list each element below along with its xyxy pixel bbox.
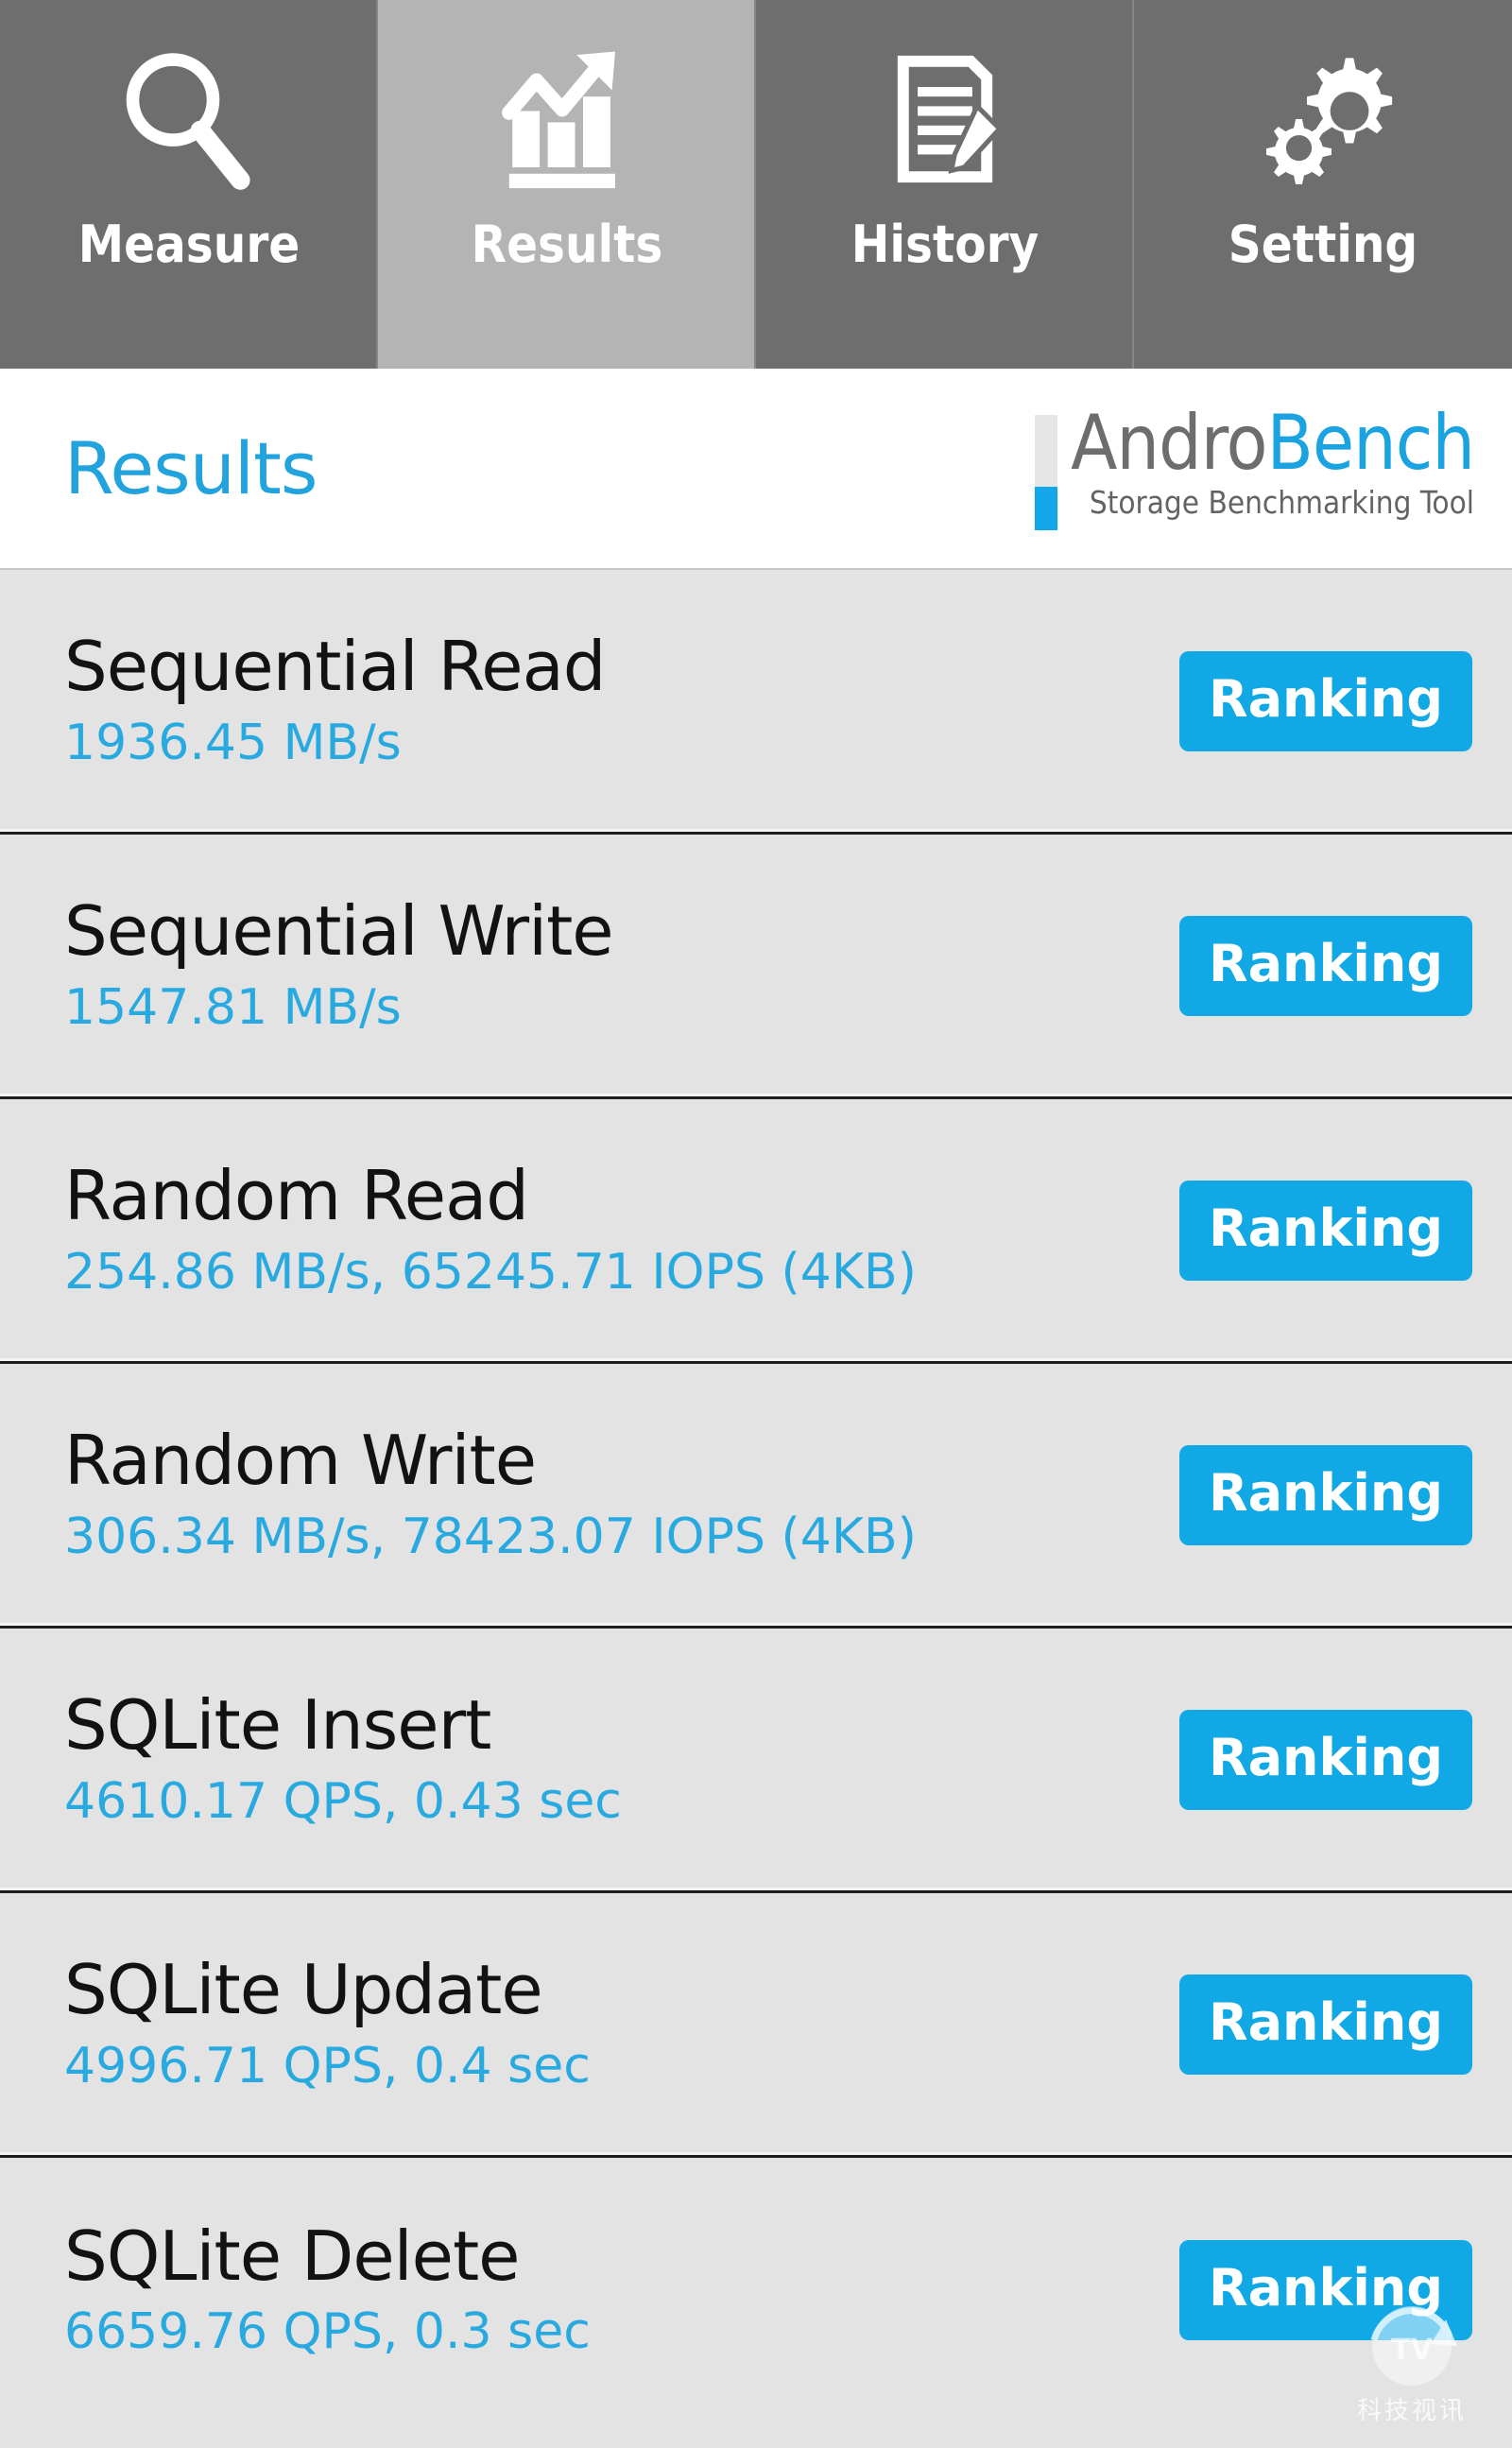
logo-accent-bar-top [1035,414,1058,487]
result-text-block: SQLite Delete 6659.76 QPS, 0.3 sec [64,2215,591,2361]
table-row: SQLite Delete 6659.76 QPS, 0.3 sec Ranki… [0,2158,1512,2422]
result-value: 306.34 MB/s, 78423.07 IOPS (4KB) [64,1508,917,1565]
result-value: 1936.45 MB/s [64,714,402,771]
result-name: Sequential Write [64,891,614,972]
logo-text-wrap: AndroBench Storage Benchmarking Tool [1071,405,1475,521]
ranking-button[interactable]: Ranking [1179,1180,1472,1281]
tab-setting[interactable]: Setting [1134,0,1512,369]
result-value: 6659.76 QPS, 0.3 sec [64,2303,591,2361]
results-list: Sequential Read 1936.45 MB/s Ranking Seq… [0,570,1512,2422]
result-value: 1547.81 MB/s [64,978,402,1036]
table-row: Sequential Read 1936.45 MB/s Ranking [0,570,1512,835]
logo-subtitle: Storage Benchmarking Tool [1089,483,1474,521]
result-value: 4610.17 QPS, 0.43 sec [64,1772,622,1830]
result-name: Random Read [64,1156,529,1236]
result-name: Sequential Read [64,627,606,707]
ranking-button[interactable]: Ranking [1179,1444,1472,1545]
logo-wordmark-bench: Bench [1266,398,1475,487]
ranking-button[interactable]: Ranking [1179,2240,1472,2340]
gears-icon [1134,25,1512,214]
tab-measure[interactable]: Measure [0,0,378,369]
tab-results[interactable]: Results [378,0,756,369]
logo-wordmark-andro: Andro [1071,398,1267,487]
ranking-button[interactable]: Ranking [1179,915,1472,1016]
tab-history-label: History [850,215,1040,274]
ranking-button[interactable]: Ranking [1179,1974,1472,2075]
table-row: SQLite Update 4996.71 QPS, 0.4 sec Ranki… [0,1893,1512,2158]
page-header: Results AndroBench Storage Benchmarking … [0,369,1512,570]
page-title: Results [64,425,318,510]
tab-results-label: Results [471,215,663,274]
table-row: SQLite Insert 4610.17 QPS, 0.43 sec Rank… [0,1629,1512,1893]
logo-accent-bar [1035,414,1058,530]
result-name: SQLite Insert [64,1685,491,1766]
magnifier-icon [0,25,378,214]
tab-measure-label: Measure [77,215,301,274]
table-row: Random Write 306.34 MB/s, 78423.07 IOPS … [0,1364,1512,1629]
document-pencil-icon [756,25,1134,214]
result-name: Random Write [64,1421,537,1501]
tab-history[interactable]: History [756,0,1134,369]
result-name: SQLite Update [64,1950,543,2030]
bar-chart-arrow-icon [378,25,756,214]
ranking-button[interactable]: Ranking [1179,1709,1472,1810]
result-value: 4996.71 QPS, 0.4 sec [64,2037,591,2095]
logo-accent-bar-bottom [1035,486,1058,530]
table-row: Random Read 254.86 MB/s, 65245.71 IOPS (… [0,1099,1512,1364]
result-text-block: SQLite Update 4996.71 QPS, 0.4 sec [64,1955,591,2094]
logo-wordmark: AndroBench [1071,405,1475,480]
result-text-block: Sequential Read 1936.45 MB/s [64,627,606,771]
ranking-button[interactable]: Ranking [1179,650,1472,751]
tab-setting-label: Setting [1228,215,1418,274]
result-text-block: Sequential Write 1547.81 MB/s [64,891,614,1036]
result-text-block: Random Read 254.86 MB/s, 65245.71 IOPS (… [64,1161,917,1300]
main-tab-bar: Measure Results History Setting [0,0,1512,369]
result-text-block: SQLite Insert 4610.17 QPS, 0.43 sec [64,1690,622,1829]
androbench-logo: AndroBench Storage Benchmarking Tool [1035,405,1475,530]
result-text-block: Random Write 306.34 MB/s, 78423.07 IOPS … [64,1425,917,1564]
table-row: Sequential Write 1547.81 MB/s Ranking [0,835,1512,1099]
result-name: SQLite Delete [64,2215,520,2296]
result-value: 254.86 MB/s, 65245.71 IOPS (4KB) [64,1243,917,1301]
